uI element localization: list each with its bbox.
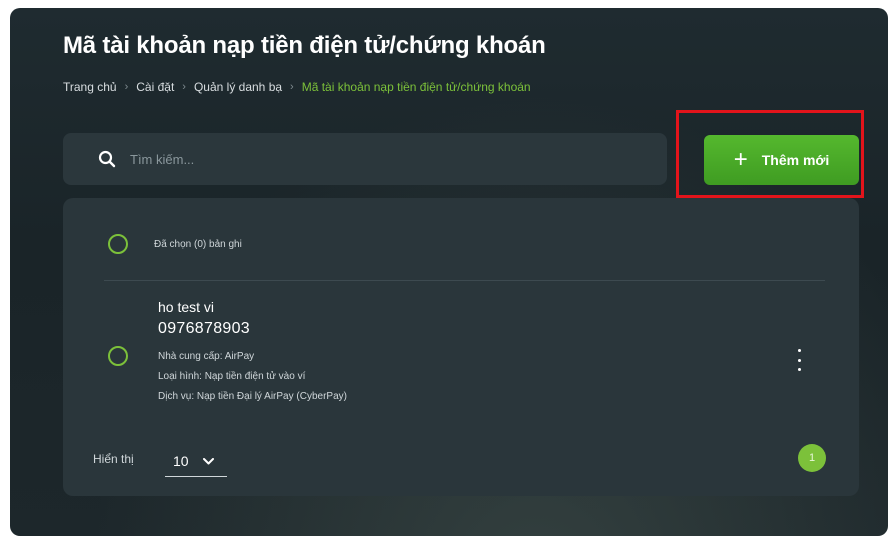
breadcrumb-current: Mã tài khoản nạp tiền điện tử/chứng khoá… <box>301 80 531 94</box>
more-options-icon[interactable] <box>792 349 806 371</box>
account-list-card: Đã chọn (0) bản ghi ho test vi 097687890… <box>63 198 859 496</box>
search-icon <box>98 150 116 168</box>
chevron-down-icon <box>202 457 214 464</box>
item-select-radio[interactable] <box>108 346 128 366</box>
plus-icon: + <box>733 146 748 173</box>
search-input[interactable] <box>128 150 632 168</box>
page-size-label: Hiển thị <box>93 452 134 466</box>
breadcrumb-separator: › <box>290 81 294 93</box>
add-new-button[interactable]: + Thêm mới <box>704 135 859 185</box>
breadcrumb-item-home[interactable]: Trang chủ <box>63 80 117 94</box>
page-number-button[interactable]: 1 <box>798 444 826 472</box>
select-all-radio[interactable] <box>108 234 128 254</box>
breadcrumb-item-settings[interactable]: Cài đặt <box>136 80 174 94</box>
add-new-button-label: Thêm mới <box>761 152 830 168</box>
item-provider: Nhà cung cấp: AirPay <box>158 351 255 362</box>
divider <box>104 280 825 281</box>
page-size-select[interactable]: 10 <box>165 446 227 477</box>
selected-count: Đã chọn (0) bản ghi <box>154 239 242 250</box>
breadcrumb-separator: › <box>182 81 186 93</box>
item-service: Dịch vụ: Nạp tiền Đại lý AirPay (CyberPa… <box>158 391 347 402</box>
breadcrumb-separator: › <box>124 81 129 93</box>
item-type: Loại hình: Nạp tiền điện tử vào ví <box>158 371 306 382</box>
item-name: ho test vi <box>158 299 215 315</box>
breadcrumb: Trang chủ › Cài đặt › Quản lý danh bạ › … <box>63 80 531 94</box>
breadcrumb-item-contacts[interactable]: Quản lý danh bạ <box>194 80 282 94</box>
page-size-value: 10 <box>173 453 189 469</box>
item-account-number: 0976878903 <box>158 320 250 337</box>
search-box[interactable] <box>63 133 667 185</box>
list-item[interactable]: ho test vi 0976878903 Nhà cung cấp: AirP… <box>63 293 859 423</box>
app-frame: Mã tài khoản nạp tiền điện tử/chứng khoá… <box>10 8 888 536</box>
page-title: Mã tài khoản nạp tiền điện tử/chứng khoá… <box>63 32 546 59</box>
